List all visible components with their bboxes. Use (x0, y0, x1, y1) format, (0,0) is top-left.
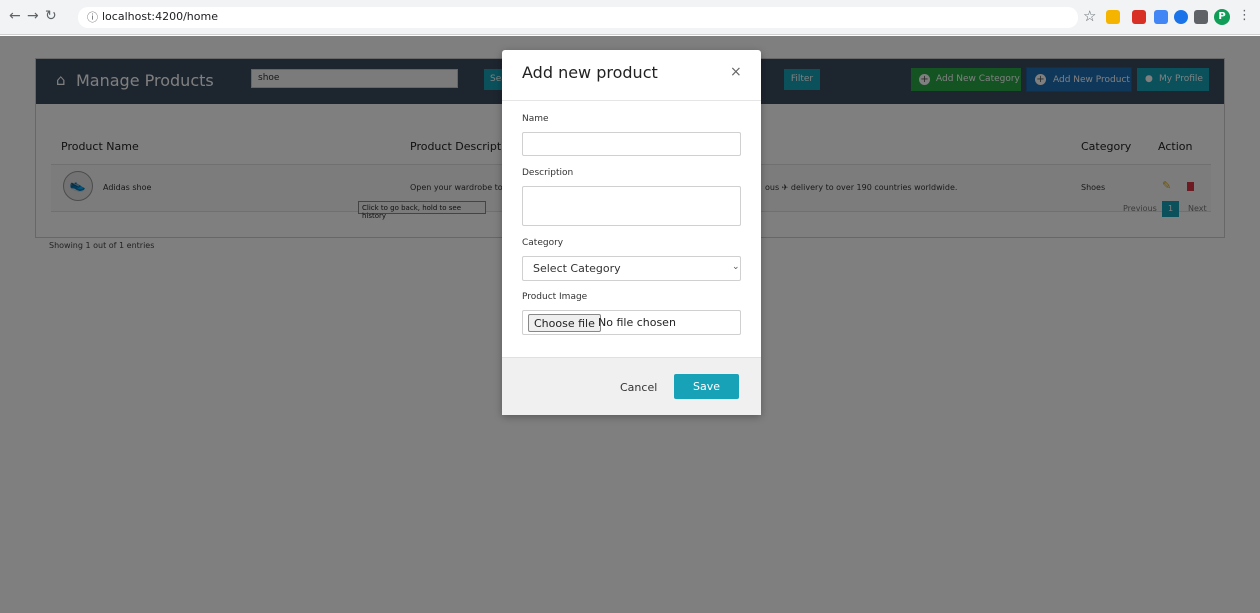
product-image-input[interactable]: Choose file No file chosen (522, 310, 741, 335)
product-image-label: Product Image (522, 292, 588, 302)
divider (502, 100, 761, 101)
bookmark-star-icon[interactable]: ☆ (1083, 7, 1096, 25)
choose-file-button[interactable]: Choose file (528, 314, 601, 332)
modal-title: Add new product (522, 63, 658, 82)
browser-toolbar: ← → ↻ ⓘ localhost:4200/home ☆ P ⋮ (0, 0, 1260, 35)
file-status: No file chosen (598, 316, 676, 329)
extension-gift-icon[interactable] (1106, 10, 1120, 24)
chevron-down-icon: ⌄ (732, 262, 740, 272)
reload-icon[interactable]: ↻ (45, 8, 57, 24)
close-icon[interactable]: × (730, 64, 742, 80)
name-label: Name (522, 114, 549, 124)
category-label: Category (522, 238, 564, 248)
modal-footer: Cancel Save (502, 357, 761, 415)
info-icon[interactable]: ⓘ (87, 9, 98, 25)
url-text: localhost:4200/home (102, 10, 218, 23)
category-select[interactable]: Select Category ⌄ (522, 256, 741, 281)
description-label: Description (522, 168, 574, 178)
profile-avatar[interactable]: P (1214, 9, 1230, 25)
extension-blue-icon[interactable] (1154, 10, 1168, 24)
description-field[interactable] (522, 186, 741, 226)
category-selected-value: Select Category (533, 262, 621, 275)
cancel-button[interactable]: Cancel (620, 381, 657, 394)
address-bar[interactable]: ⓘ localhost:4200/home (78, 7, 1078, 28)
browser-menu-icon[interactable]: ⋮ (1238, 8, 1251, 23)
extension-red-icon[interactable] (1132, 10, 1146, 24)
save-button[interactable]: Save (674, 374, 739, 399)
extension-chrome-icon[interactable] (1174, 10, 1188, 24)
back-arrow-icon[interactable]: ← (9, 8, 21, 24)
add-product-modal: Add new product × Name Description Categ… (502, 50, 761, 415)
forward-arrow-icon[interactable]: → (27, 8, 39, 24)
name-field[interactable] (522, 132, 741, 156)
extensions-puzzle-icon[interactable] (1194, 10, 1208, 24)
